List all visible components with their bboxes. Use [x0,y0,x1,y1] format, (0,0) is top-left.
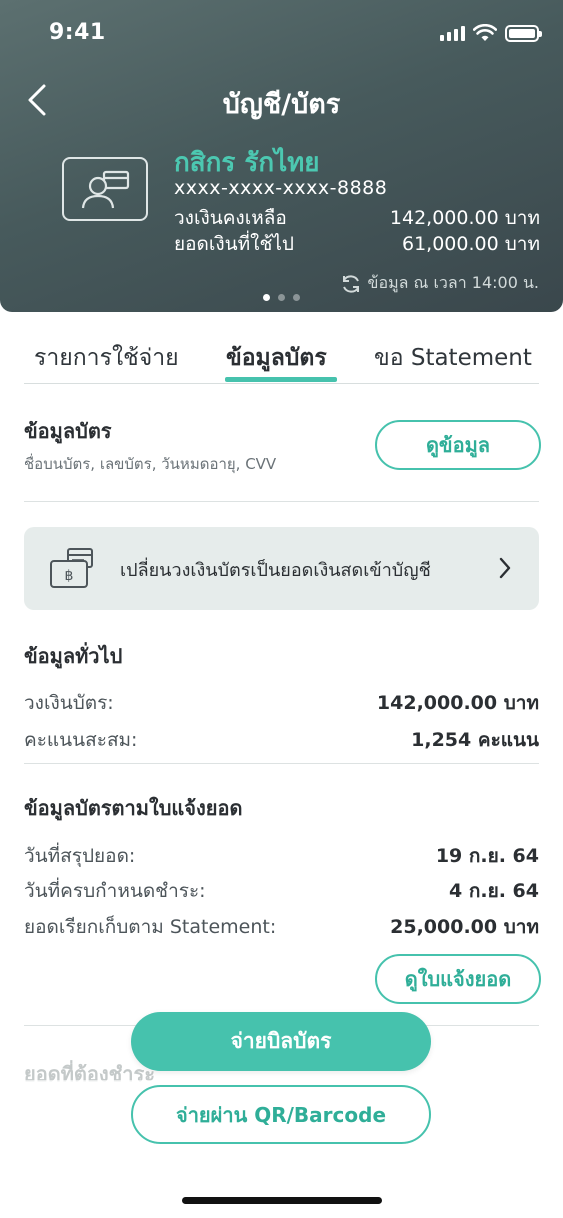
due-date-value: 4 ก.ย. 64 [449,880,539,902]
status-time: 9:41 [49,20,106,45]
card-pager[interactable] [0,294,563,301]
spent-label: ยอดเงินที่ใช้ไป [174,233,294,255]
pager-dot[interactable] [263,294,270,301]
statement-amount-value: 25,000.00 บาท [390,916,539,938]
status-icons [440,24,542,42]
pay-card-bill-button[interactable]: จ่ายบิลบัตร [131,1012,431,1071]
last-updated: ข้อมูล ณ เวลา 14:00 น. [340,271,539,296]
credit-limit-label: วงเงินบัตร: [24,692,114,714]
svg-text:฿: ฿ [65,568,74,584]
refresh-icon[interactable] [340,273,362,295]
credit-limit-value: 142,000.00 บาท [376,692,539,714]
spent-value: 61,000.00 บาท [402,233,540,255]
points-label: คะแนนสะสม: [24,729,138,751]
chevron-right-icon [499,557,511,579]
cash-advance-text: เปลี่ยนวงเงินบัตรเป็นยอดเงินสดเข้าบัญชี [120,560,431,581]
pager-dot[interactable] [293,294,300,301]
statement-date-row: วันที่สรุปยอด: 19 ก.ย. 64 [24,841,539,871]
credit-limit-row: วงเงินบัตร: 142,000.00 บาท [24,688,539,718]
due-date-row: วันที่ครบกำหนดชำระ: 4 ก.ย. 64 [24,876,539,906]
general-info-title: ข้อมูลทั่วไป [24,644,123,668]
active-tab-indicator [225,377,337,382]
tab-card-info[interactable]: ข้อมูลบัตร [226,340,327,376]
card-info-subtitle: ชื่อบนบัตร, เลขบัตร, วันหมดอายุ, CVV [24,455,277,473]
card-number: xxxx-xxxx-xxxx-8888 [174,177,388,199]
account-header: 9:41 บัญชี/บัตร กสิกร รักไทย xxxx-xxxx-x… [0,0,563,312]
view-card-info-button[interactable]: ดูข้อมูล [375,420,541,470]
spent-row: ยอดเงินที่ใช้ไป 61,000.00 บาท [174,229,540,259]
statement-info-title: ข้อมูลบัตรตามใบแจ้งยอด [24,796,243,820]
tab-transactions[interactable]: รายการใช้จ่าย [34,340,179,376]
baht-card-icon: ฿ [50,548,93,588]
divider [24,763,539,764]
home-indicator[interactable] [182,1197,382,1204]
last-updated-text: ข้อมูล ณ เวลา 14:00 น. [367,273,539,292]
statement-amount-row: ยอดเรียกเก็บตาม Statement: 25,000.00 บาท [24,912,539,942]
card-info-title: ข้อมูลบัตร [24,419,112,443]
divider [24,501,539,502]
pay-qr-barcode-button[interactable]: จ่ายผ่าน QR/Barcode [131,1085,431,1144]
statement-amount-label: ยอดเรียกเก็บตาม Statement: [24,916,277,938]
view-statement-button[interactable]: ดูใบแจ้งยอด [375,954,541,1004]
wifi-icon [473,24,497,41]
page-title: บัญชี/บัตร [222,89,341,120]
statement-date-label: วันที่สรุปยอด: [24,845,136,867]
battery-icon [505,24,542,42]
tab-bar: รายการใช้จ่าย ข้อมูลบัตร ขอ Statement [24,330,539,384]
pager-dot[interactable] [278,294,285,301]
signal-icon [440,25,465,41]
points-value: 1,254 คะแนน [411,729,539,751]
status-bar: 9:41 [0,0,563,64]
cash-advance-banner[interactable]: ฿ เปลี่ยนวงเงินบัตรเป็นยอดเงินสดเข้าบัญช… [24,527,539,610]
tab-statement[interactable]: ขอ Statement [374,340,532,376]
due-date-label: วันที่ครบกำหนดชำระ: [24,880,206,902]
points-row: คะแนนสะสม: 1,254 คะแนน [24,725,539,755]
statement-date-value: 19 ก.ย. 64 [435,845,539,867]
credit-card-icon [62,157,148,221]
